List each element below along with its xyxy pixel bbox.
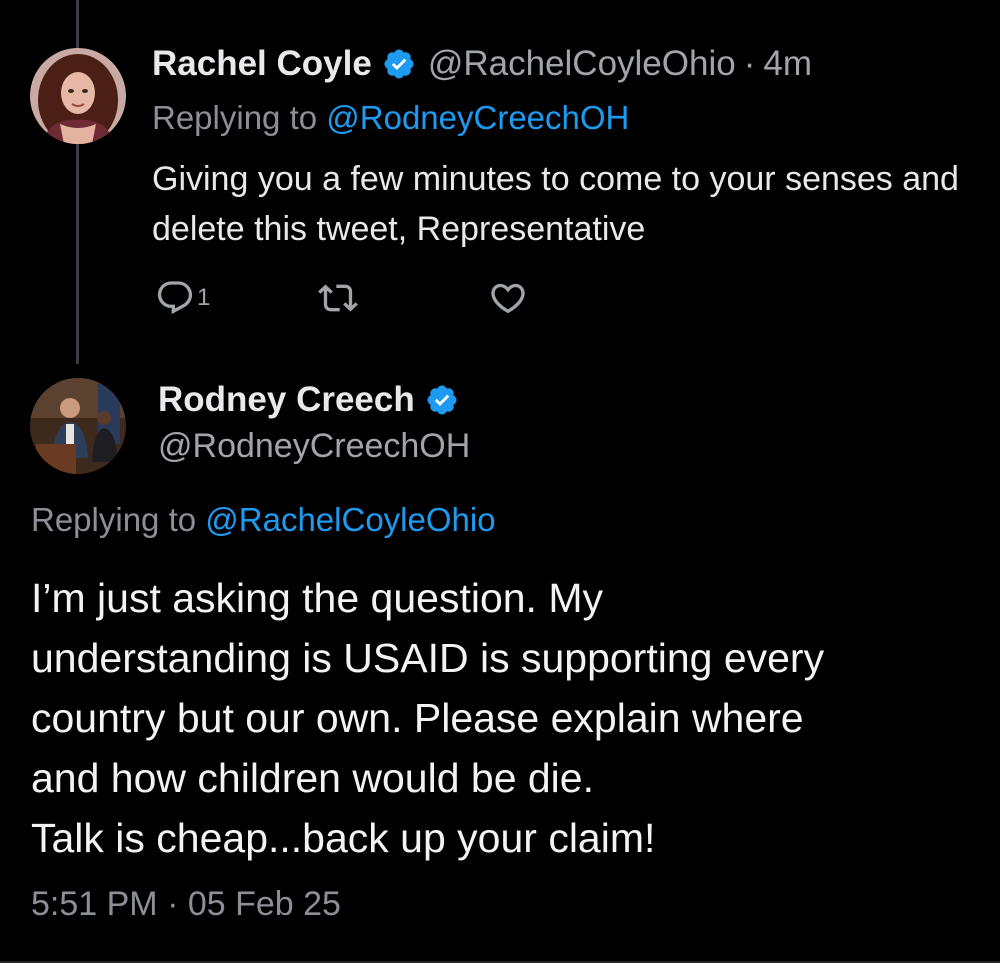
replying-to-mention[interactable]: @RachelCoyleOhio (205, 501, 495, 538)
reply-time-ago[interactable]: 4m (763, 44, 812, 84)
heart-icon (488, 278, 528, 318)
reply-count: 1 (197, 284, 211, 311)
main-tweet-timestamp[interactable]: 5:51 PM · 05 Feb 25 (31, 882, 341, 926)
tweet-text-line: and how children would be die. (31, 755, 594, 801)
verified-badge-icon (425, 383, 459, 417)
avatar-image (30, 378, 126, 474)
main-replying-to: Replying to @RachelCoyleOhio (31, 500, 496, 540)
verified-badge-icon (382, 47, 416, 81)
reply-tweet-actions: 1 (155, 276, 528, 320)
avatar-rachel-coyle[interactable] (30, 48, 126, 144)
reply-author-handle[interactable]: @RachelCoyleOhio (428, 44, 736, 84)
main-author-row: Rodney Creech (158, 380, 459, 420)
tweet-text-line: I’m just asking the question. My (31, 575, 603, 621)
tweet-text-line: understanding is USAID is supporting eve… (31, 635, 825, 681)
main-author-handle[interactable]: @RodneyCreechOH (158, 426, 470, 466)
reply-icon (155, 278, 195, 318)
retweet-button[interactable] (318, 278, 359, 318)
avatar-image (30, 48, 126, 144)
replying-to-mention[interactable]: @RodneyCreechOH (326, 99, 629, 136)
like-button[interactable] (488, 278, 528, 318)
avatar-rodney-creech[interactable] (30, 378, 126, 474)
replying-to-label: Replying to (31, 501, 206, 538)
retweet-icon (318, 278, 359, 318)
reply-replying-to: Replying to @RodneyCreechOH (152, 98, 629, 138)
replying-to-label: Replying to (152, 99, 327, 136)
separator-dot: · (743, 44, 756, 83)
tweet-text-line: Talk is cheap...back up your claim! (31, 815, 656, 861)
reply-author-row: Rachel Coyle @RachelCoyleOhio · 4m (152, 44, 812, 84)
main-author-name[interactable]: Rodney Creech (158, 380, 415, 420)
tweet-text-line: country but our own. Please explain wher… (31, 695, 804, 741)
main-tweet-text: I’m just asking the question. My underst… (31, 568, 981, 868)
reply-author-name[interactable]: Rachel Coyle (152, 44, 372, 84)
reply-tweet-text: Giving you a few minutes to come to your… (152, 160, 959, 248)
reply-button[interactable]: 1 (155, 278, 210, 318)
